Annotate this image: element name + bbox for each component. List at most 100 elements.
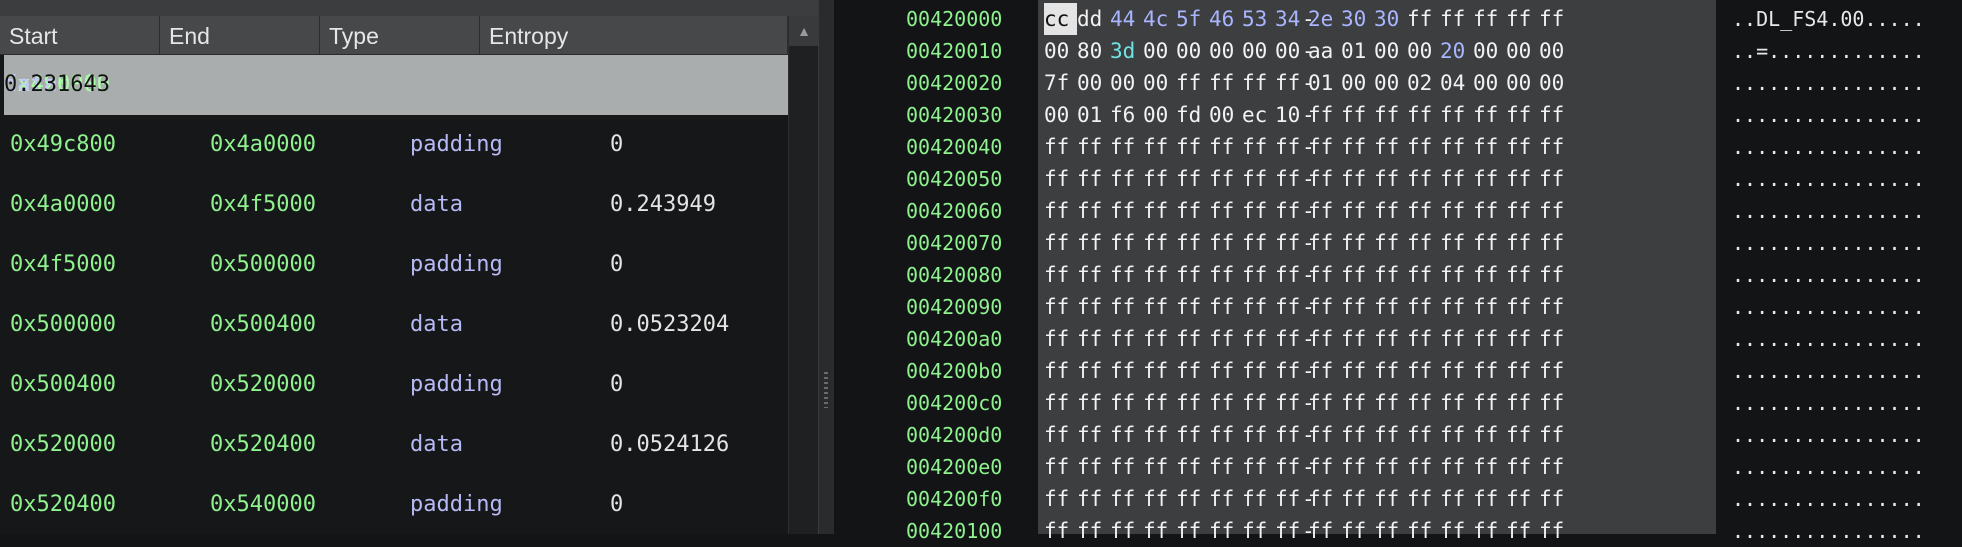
hex-byte[interactable]: ff bbox=[1341, 227, 1374, 259]
hex-byte[interactable]: ff bbox=[1176, 131, 1209, 163]
hex-byte[interactable]: ff bbox=[1374, 259, 1407, 291]
hex-byte[interactable]: ff bbox=[1209, 67, 1242, 99]
hex-byte[interactable]: ff bbox=[1209, 195, 1242, 227]
hex-byte[interactable]: ff bbox=[1209, 419, 1242, 451]
hex-byte[interactable]: ff bbox=[1374, 419, 1407, 451]
hex-byte[interactable]: ff bbox=[1440, 451, 1473, 483]
hex-byte[interactable]: ff bbox=[1308, 355, 1341, 387]
hex-byte[interactable]: 04 bbox=[1440, 67, 1473, 99]
hex-byte[interactable]: ff bbox=[1209, 291, 1242, 323]
hex-byte[interactable]: ff bbox=[1308, 419, 1341, 451]
hex-byte[interactable]: aa bbox=[1308, 35, 1341, 67]
hex-byte[interactable]: fd bbox=[1176, 99, 1209, 131]
hex-byte[interactable]: ff bbox=[1374, 483, 1407, 515]
hex-byte[interactable]: 00 bbox=[1242, 35, 1275, 67]
hex-byte[interactable]: ec bbox=[1242, 99, 1275, 131]
hex-byte[interactable]: ff bbox=[1110, 163, 1143, 195]
hex-byte[interactable]: ff bbox=[1110, 451, 1143, 483]
hex-byte[interactable]: ff bbox=[1440, 227, 1473, 259]
hex-byte[interactable]: ff bbox=[1275, 483, 1302, 515]
hex-byte[interactable]: ff bbox=[1110, 515, 1143, 547]
hex-byte-row[interactable]: ff ff ff ff ff ff ff ff-ff ff ff ff ff ff ff ff bbox=[1044, 355, 1572, 387]
hex-byte[interactable]: ff bbox=[1143, 227, 1176, 259]
hex-byte[interactable]: 30 bbox=[1341, 3, 1374, 35]
hex-byte[interactable]: ff bbox=[1209, 163, 1242, 195]
hex-byte[interactable]: f6 bbox=[1110, 99, 1143, 131]
hex-byte-row[interactable]: 00 80 3d 00 00 00 00 00-aa 01 00 00 20 00 00 00 bbox=[1044, 35, 1572, 67]
hex-byte[interactable]: ff bbox=[1143, 355, 1176, 387]
hex-byte[interactable]: 00 bbox=[1506, 67, 1539, 99]
hex-byte-row[interactable]: ff ff ff ff ff ff ff ff-ff ff ff ff ff ff ff ff bbox=[1044, 323, 1572, 355]
hex-byte[interactable]: ff bbox=[1242, 67, 1275, 99]
ascii-column[interactable]: ................ bbox=[1732, 323, 1925, 355]
column-header-end[interactable]: End bbox=[160, 16, 320, 54]
hex-byte[interactable]: 00 bbox=[1374, 67, 1407, 99]
hex-byte[interactable]: ff bbox=[1077, 195, 1110, 227]
hex-byte[interactable]: 00 bbox=[1044, 99, 1077, 131]
hex-byte[interactable]: ff bbox=[1539, 355, 1572, 387]
hex-byte[interactable]: 00 bbox=[1407, 35, 1440, 67]
hex-byte[interactable]: ff bbox=[1143, 195, 1176, 227]
hex-byte[interactable]: ff bbox=[1143, 163, 1176, 195]
hex-byte[interactable]: 00 bbox=[1209, 99, 1242, 131]
hex-byte[interactable]: 3d bbox=[1110, 35, 1143, 67]
hex-byte[interactable]: ff bbox=[1506, 131, 1539, 163]
hex-byte[interactable]: 00 bbox=[1044, 35, 1077, 67]
scroll-up-arrow-icon[interactable]: ▲ bbox=[789, 16, 819, 46]
hex-byte[interactable]: 00 bbox=[1275, 35, 1302, 67]
hex-byte[interactable]: ff bbox=[1539, 323, 1572, 355]
hex-byte[interactable]: ff bbox=[1473, 355, 1506, 387]
hex-byte[interactable]: ff bbox=[1539, 131, 1572, 163]
hex-byte[interactable]: ff bbox=[1341, 259, 1374, 291]
hex-byte[interactable]: ff bbox=[1044, 259, 1077, 291]
hex-byte[interactable]: ff bbox=[1341, 291, 1374, 323]
hex-byte[interactable]: 00 bbox=[1506, 35, 1539, 67]
hex-byte[interactable]: ff bbox=[1407, 99, 1440, 131]
hex-byte[interactable]: 46 bbox=[1209, 3, 1242, 35]
hex-byte[interactable]: ff bbox=[1374, 355, 1407, 387]
hex-byte[interactable]: 4c bbox=[1143, 3, 1176, 35]
hex-byte[interactable]: ff bbox=[1242, 483, 1275, 515]
hex-byte[interactable]: ff bbox=[1308, 131, 1341, 163]
hex-byte[interactable]: ff bbox=[1176, 67, 1209, 99]
hex-byte[interactable]: ff bbox=[1341, 99, 1374, 131]
hex-byte[interactable]: ff bbox=[1473, 323, 1506, 355]
hex-byte[interactable]: ff bbox=[1440, 291, 1473, 323]
column-header-entropy[interactable]: Entropy bbox=[480, 16, 788, 54]
hex-byte[interactable]: ff bbox=[1044, 291, 1077, 323]
hex-byte[interactable]: ff bbox=[1242, 131, 1275, 163]
hex-byte[interactable]: ff bbox=[1077, 259, 1110, 291]
hex-byte[interactable]: ff bbox=[1407, 195, 1440, 227]
hex-byte[interactable]: ff bbox=[1506, 355, 1539, 387]
hex-byte[interactable]: ff bbox=[1341, 323, 1374, 355]
hex-byte[interactable]: ff bbox=[1110, 259, 1143, 291]
hex-byte-row[interactable]: cc dd 44 4c 5f 46 53 34-2e 30 30 ff ff ff ff ff bbox=[1044, 3, 1572, 35]
hex-byte[interactable]: ff bbox=[1242, 419, 1275, 451]
hex-byte[interactable]: ff bbox=[1539, 227, 1572, 259]
hex-byte[interactable]: ff bbox=[1242, 451, 1275, 483]
segment-row[interactable]: 0x520400 0x540000 padding 0 bbox=[0, 475, 788, 535]
hex-byte[interactable]: ff bbox=[1539, 419, 1572, 451]
hex-byte[interactable]: 7f bbox=[1044, 67, 1077, 99]
hex-byte[interactable]: ff bbox=[1275, 131, 1302, 163]
ascii-column[interactable]: ..=............. bbox=[1732, 35, 1925, 67]
hex-byte[interactable]: ff bbox=[1275, 259, 1302, 291]
hex-byte[interactable]: ff bbox=[1341, 515, 1374, 547]
hex-byte[interactable]: ff bbox=[1440, 419, 1473, 451]
hex-byte[interactable]: ff bbox=[1308, 291, 1341, 323]
hex-byte[interactable]: ff bbox=[1374, 291, 1407, 323]
hex-byte[interactable]: ff bbox=[1506, 419, 1539, 451]
hex-byte[interactable]: 00 bbox=[1473, 67, 1506, 99]
hex-byte[interactable]: ff bbox=[1506, 195, 1539, 227]
hex-byte[interactable]: ff bbox=[1209, 227, 1242, 259]
hex-byte[interactable]: ff bbox=[1407, 323, 1440, 355]
hex-byte[interactable]: 80 bbox=[1077, 35, 1110, 67]
hex-byte[interactable]: 01 bbox=[1341, 35, 1374, 67]
hex-byte[interactable]: ff bbox=[1044, 387, 1077, 419]
hex-byte[interactable]: ff bbox=[1242, 291, 1275, 323]
hex-byte[interactable]: ff bbox=[1341, 419, 1374, 451]
segment-row[interactable]: 0x420000 0x49c800 data 0.231643 bbox=[4, 55, 788, 115]
hex-byte[interactable]: ff bbox=[1539, 291, 1572, 323]
hex-byte[interactable]: ff bbox=[1374, 515, 1407, 547]
hex-byte[interactable]: ff bbox=[1440, 195, 1473, 227]
